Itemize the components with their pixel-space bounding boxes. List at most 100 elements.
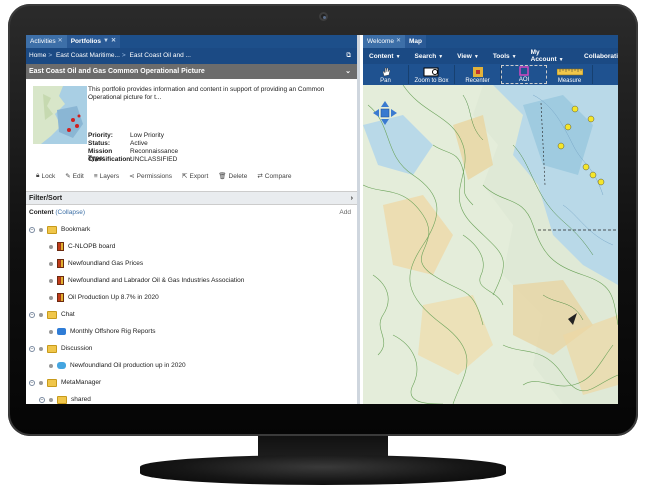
breadcrumb-portfolio[interactable]: East Coast Oil and ...	[130, 52, 191, 59]
portfolio-panel: Activities ✕ Portfolios ▼ ✕ Home > East C…	[26, 35, 360, 404]
status-dot-icon	[49, 278, 53, 283]
tab-map[interactable]: Map	[405, 35, 427, 48]
menu-search[interactable]: Search ▼	[415, 53, 444, 60]
compare-icon: ⇄	[257, 173, 263, 180]
screen: Activities ✕ Portfolios ▼ ✕ Home > East C…	[26, 35, 618, 404]
pencil-icon: ✎	[65, 173, 71, 180]
folder-icon	[47, 225, 57, 234]
collapse-icon[interactable]: −	[29, 379, 35, 386]
bookmark-icon	[57, 276, 64, 285]
popout-icon[interactable]: ⧉	[346, 48, 351, 64]
tab-label: Map	[409, 38, 423, 45]
status-dot-icon	[49, 329, 53, 334]
hand-icon	[382, 67, 390, 77]
collapse-icon[interactable]: −	[39, 396, 45, 403]
folder-icon	[47, 378, 57, 387]
menu-view[interactable]: View ▼	[457, 53, 479, 60]
tree-row[interactable]: − shared	[29, 391, 91, 404]
collapse-icon[interactable]: −	[29, 345, 35, 352]
trash-icon: 🗑︎	[218, 173, 227, 180]
tab-label: Activities	[30, 38, 56, 45]
detail-priority: Priority: Low Priority	[88, 132, 164, 139]
tree-row[interactable]: Newfoundland and Labrador Oil & Gas Indu…	[29, 272, 244, 289]
export-icon: ⇱	[182, 173, 188, 180]
recenter-icon	[472, 67, 483, 77]
close-icon[interactable]: ✕	[111, 35, 116, 48]
tab-label: Portfolios	[70, 38, 102, 45]
tree-item-label: Discussion	[61, 345, 93, 352]
status-dot-icon	[49, 363, 53, 368]
filter-sort-bar[interactable]: Filter/Sort ›	[26, 191, 357, 205]
pan-tool-button[interactable]: Pan	[363, 65, 409, 84]
tab-activities[interactable]: Activities ✕	[26, 35, 67, 48]
layers-button[interactable]: ≡ Layers	[94, 172, 119, 180]
menu-my-account[interactable]: My Account ▼	[531, 49, 570, 63]
map-panel: Welcome ✕ Map Content ▼ Search ▼ View ▼ Too…	[363, 35, 618, 404]
status-dot-icon	[49, 244, 53, 249]
bookmark-icon	[57, 293, 64, 302]
menu-tools[interactable]: Tools ▼	[493, 53, 517, 60]
folder-icon	[47, 344, 57, 353]
breadcrumb-home[interactable]: Home	[29, 52, 46, 59]
left-tab-bar: Activities ✕ Portfolios ▼ ✕	[26, 35, 357, 48]
delete-button[interactable]: 🗑︎ Delete	[218, 172, 247, 181]
recenter-button[interactable]: Recenter	[455, 65, 501, 84]
add-button[interactable]: Add	[339, 205, 351, 221]
detail-classification: Classification: UNCLASSIFIED	[88, 156, 178, 163]
aoi-button[interactable]: AOI	[501, 65, 547, 84]
layers-icon: ≡	[93, 172, 98, 180]
collapse-icon[interactable]: −	[29, 311, 35, 318]
tree-row[interactable]: C-NLOPB board	[29, 238, 115, 255]
content-header: Content (Collapse) Add	[26, 205, 357, 221]
lock-icon: 🔒︎	[36, 172, 40, 179]
aoi-icon	[519, 66, 529, 76]
permissions-button[interactable]: ⋖ Permissions	[129, 172, 172, 181]
tree-item-label: Monthly Offshore Rig Reports	[70, 328, 156, 335]
close-icon[interactable]: ✕	[58, 35, 63, 48]
export-button[interactable]: ⇱ Export	[182, 172, 208, 181]
tree-row[interactable]: − Chat	[29, 306, 75, 323]
zoom-to-box-button[interactable]: Zoom to Box	[409, 65, 455, 84]
measure-button[interactable]: Measure	[547, 65, 593, 84]
map-canvas[interactable]	[363, 84, 618, 404]
edit-button[interactable]: ✎ Edit	[65, 172, 84, 181]
tree-row[interactable]: − MetaManager	[29, 374, 101, 391]
menu-collaboration[interactable]: Collaborati	[584, 53, 618, 60]
tree-row[interactable]: Monthly Offshore Rig Reports	[29, 323, 156, 340]
breadcrumb-maritime[interactable]: East Coast Maritime...	[56, 52, 120, 59]
discussion-icon	[57, 362, 66, 369]
lock-button[interactable]: 🔒︎ Lock	[36, 172, 55, 180]
topographic-map[interactable]	[363, 84, 618, 404]
tab-portfolios[interactable]: Portfolios ▼ ✕	[66, 35, 121, 48]
tree-item-label: Oil Production Up 8.7% in 2020	[68, 294, 159, 301]
map-menu-bar: Content ▼ Search ▼ View ▼ Tools ▼ My Account…	[363, 48, 618, 64]
status-dot-icon	[49, 397, 53, 402]
tree-item-label: Newfoundland and Labrador Oil & Gas Indu…	[68, 277, 245, 284]
portfolio-info: This portfolio provides information and …	[26, 79, 357, 191]
tree-item-label: C-NLOPB board	[68, 243, 116, 250]
tree-item-label: MetaManager	[61, 379, 102, 386]
collapse-icon[interactable]: −	[29, 226, 35, 233]
tree-row[interactable]: Newfoundland Oil production up in 2020	[29, 357, 186, 374]
compare-button[interactable]: ⇄ Compare	[257, 172, 291, 181]
collapse-link[interactable]: (Collapse)	[55, 209, 85, 216]
tree-row[interactable]: − Bookmark	[29, 221, 90, 238]
share-icon: ⋖	[129, 173, 135, 180]
tree-row[interactable]: − Discussion	[29, 340, 92, 357]
status-dot-icon	[39, 346, 43, 351]
bookmark-icon	[57, 259, 64, 268]
portfolio-header[interactable]: East Coast Oil and Gas Common Operationa…	[26, 64, 357, 79]
folder-icon	[57, 395, 67, 404]
tree-row[interactable]: Newfoundland Gas Prices	[29, 255, 143, 272]
menu-content[interactable]: Content ▼	[369, 53, 401, 60]
chevron-down-icon[interactable]: ⌄	[345, 64, 351, 79]
monitor-base	[140, 455, 506, 485]
ruler-icon	[556, 68, 583, 76]
tree-item-label: Chat	[61, 311, 75, 318]
tree-row[interactable]: Oil Production Up 8.7% in 2020	[29, 289, 159, 306]
zoom-box-icon	[423, 67, 438, 77]
chevron-right-icon[interactable]: ›	[351, 192, 353, 204]
tab-welcome[interactable]: Welcome ✕	[363, 35, 406, 48]
right-tab-bar: Welcome ✕ Map	[363, 35, 618, 48]
close-icon[interactable]: ✕	[396, 35, 401, 48]
